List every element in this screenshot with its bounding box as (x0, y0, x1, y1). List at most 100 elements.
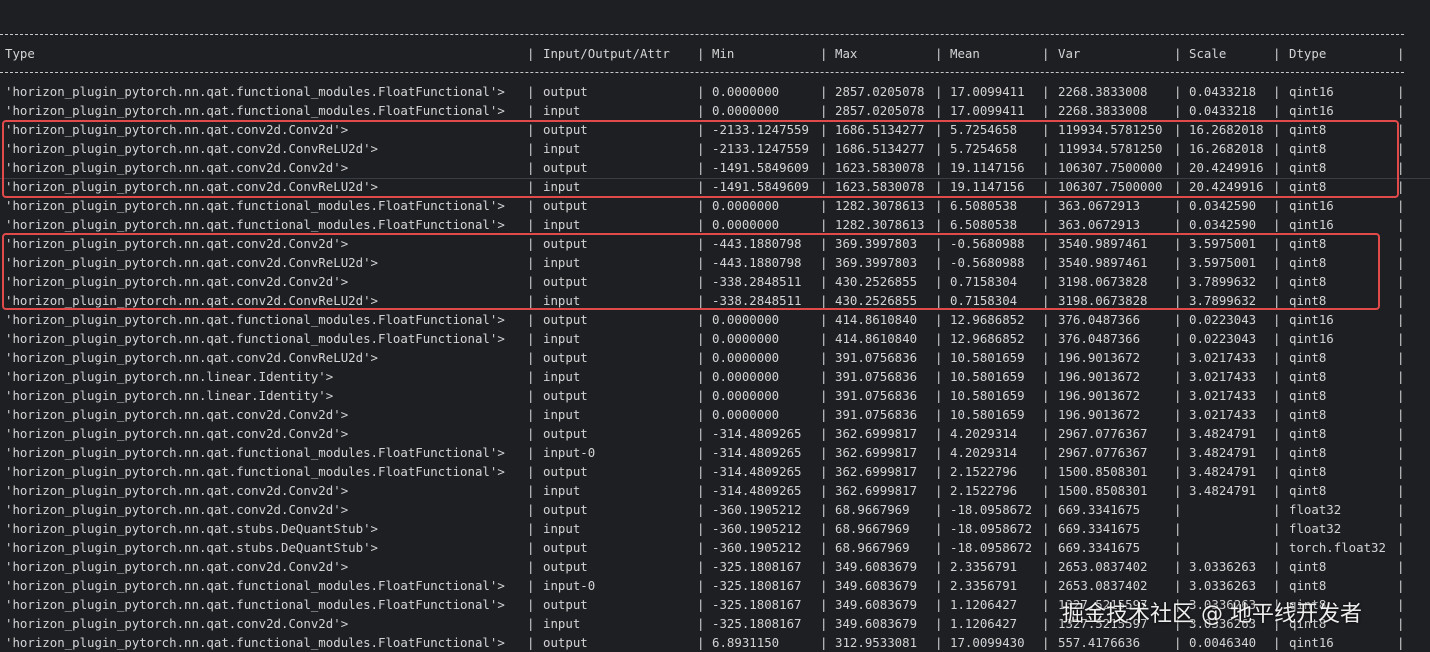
cell-min: 0.0000000 (712, 198, 780, 213)
cell-type: 'horizon_plugin_pytorch.nn.qat.conv2d.Co… (5, 502, 349, 517)
header-type: Type (5, 46, 35, 61)
cell-mean: 2.1522796 (950, 483, 1018, 498)
cell-mean: 17.0099411 (950, 103, 1025, 118)
cell-dtype: qint16 (1289, 312, 1334, 327)
table-row: 'horizon_plugin_pytorch.nn.qat.functiona… (5, 445, 1405, 460)
cell-min: -360.1905212 (712, 502, 802, 517)
cell-max: 349.6083679 (835, 597, 918, 612)
cell-type: 'horizon_plugin_pytorch.nn.qat.functiona… (5, 312, 505, 327)
cell-io: input (543, 217, 581, 232)
cell-io: output (543, 198, 588, 213)
cell-var: 2967.0776367 (1058, 445, 1148, 460)
table-row: 'horizon_plugin_pytorch.nn.qat.functiona… (5, 635, 1405, 650)
cell-type: 'horizon_plugin_pytorch.nn.qat.functiona… (5, 103, 505, 118)
cell-min: 0.0000000 (712, 369, 780, 384)
cell-scale: 0.0433218 (1189, 84, 1257, 99)
cell-scale: 3.0217433 (1189, 388, 1257, 403)
cell-var: 2268.3833008 (1058, 84, 1148, 99)
header-dtype: Dtype (1289, 46, 1327, 61)
cell-type: 'horizon_plugin_pytorch.nn.qat.conv2d.Co… (5, 616, 349, 631)
table-row: 'horizon_plugin_pytorch.nn.qat.conv2d.Co… (5, 350, 1405, 365)
cell-type: 'horizon_plugin_pytorch.nn.qat.functiona… (5, 331, 505, 346)
cell-dtype: float32 (1289, 521, 1342, 536)
table-row: 'horizon_plugin_pytorch.nn.qat.conv2d.Co… (5, 502, 1405, 517)
cell-scale: 3.0217433 (1189, 369, 1257, 384)
cell-min: 0.0000000 (712, 331, 780, 346)
cell-dtype: qint8 (1289, 426, 1327, 441)
cell-max: 414.8610840 (835, 312, 918, 327)
cell-io: output (543, 312, 588, 327)
table-row: 'horizon_plugin_pytorch.nn.qat.stubs.DeQ… (5, 521, 1405, 536)
cell-type: 'horizon_plugin_pytorch.nn.qat.functiona… (5, 198, 505, 213)
cell-max: 312.9533081 (835, 635, 918, 650)
cell-dtype: qint8 (1289, 483, 1327, 498)
cell-min: 0.0000000 (712, 312, 780, 327)
cell-io: output (543, 502, 588, 517)
cell-max: 391.0756836 (835, 350, 918, 365)
cell-min: 0.0000000 (712, 217, 780, 232)
cell-mean: 10.5801659 (950, 350, 1025, 365)
cell-io: output (543, 350, 588, 365)
table-row: 'horizon_plugin_pytorch.nn.qat.stubs.DeQ… (5, 540, 1405, 555)
cell-max: 349.6083679 (835, 578, 918, 593)
cell-scale: 3.0336263 (1189, 559, 1257, 574)
cell-mean: 6.5080538 (950, 217, 1018, 232)
cell-io: input (543, 483, 581, 498)
cell-var: 363.0672913 (1058, 217, 1141, 232)
cell-mean: 1.1206427 (950, 616, 1018, 631)
cell-io: input (543, 407, 581, 422)
cell-mean: 1.1206427 (950, 597, 1018, 612)
cell-dtype: qint8 (1289, 445, 1327, 460)
cell-max: 2857.0205078 (835, 103, 925, 118)
cell-io: output (543, 426, 588, 441)
header-mean: Mean (950, 46, 980, 61)
cell-mean: -18.0958672 (950, 521, 1033, 536)
table-row: 'horizon_plugin_pytorch.nn.qat.functiona… (5, 331, 1405, 346)
cell-var: 669.3341675 (1058, 540, 1141, 555)
cell-dtype: torch.float32 (1289, 540, 1386, 555)
cell-type: 'horizon_plugin_pytorch.nn.qat.functiona… (5, 84, 505, 99)
cell-io: output (543, 388, 588, 403)
cell-type: 'horizon_plugin_pytorch.nn.qat.stubs.DeQ… (5, 521, 378, 536)
table-row: 'horizon_plugin_pytorch.nn.linear.Identi… (5, 388, 1405, 403)
cell-mean: 2.3356791 (950, 578, 1018, 593)
cell-max: 391.0756836 (835, 369, 918, 384)
cell-max: 68.9667969 (835, 502, 910, 517)
cell-scale: 3.0217433 (1189, 407, 1257, 422)
cell-type: 'horizon_plugin_pytorch.nn.qat.functiona… (5, 217, 505, 232)
highlight-box-2 (2, 233, 1380, 310)
cell-type: 'horizon_plugin_pytorch.nn.qat.conv2d.Co… (5, 407, 349, 422)
cell-type: 'horizon_plugin_pytorch.nn.qat.functiona… (5, 578, 505, 593)
cell-scale: 0.0223043 (1189, 312, 1257, 327)
table-header-row: Type | Input/Output/Attr | Min | Max | M… (5, 46, 1405, 61)
cell-type: 'horizon_plugin_pytorch.nn.qat.functiona… (5, 635, 505, 650)
cell-mean: 17.0099411 (950, 84, 1025, 99)
cell-dtype: qint8 (1289, 559, 1327, 574)
cell-var: 1500.8508301 (1058, 464, 1148, 479)
table-row: 'horizon_plugin_pytorch.nn.qat.functiona… (5, 464, 1405, 479)
cell-type: 'horizon_plugin_pytorch.nn.linear.Identi… (5, 388, 334, 403)
cell-dtype: qint16 (1289, 635, 1334, 650)
header-max: Max (835, 46, 858, 61)
cell-var: 2653.0837402 (1058, 559, 1148, 574)
cell-min: 0.0000000 (712, 407, 780, 422)
cell-dtype: qint8 (1289, 350, 1327, 365)
cell-min: 6.8931150 (712, 635, 780, 650)
cell-var: 196.9013672 (1058, 369, 1141, 384)
cell-scale: 3.4824791 (1189, 483, 1257, 498)
cell-var: 196.9013672 (1058, 350, 1141, 365)
cell-scale: 3.4824791 (1189, 445, 1257, 460)
cell-type: 'horizon_plugin_pytorch.nn.qat.functiona… (5, 445, 505, 460)
cell-type: 'horizon_plugin_pytorch.nn.qat.functiona… (5, 464, 505, 479)
cell-io: input (543, 369, 581, 384)
cell-var: 557.4176636 (1058, 635, 1141, 650)
cell-io: output (543, 540, 588, 555)
cell-io: output (543, 464, 588, 479)
cell-io: input-0 (543, 578, 596, 593)
cell-mean: -18.0958672 (950, 502, 1033, 517)
cell-min: 0.0000000 (712, 350, 780, 365)
cell-dtype: qint16 (1289, 198, 1334, 213)
cell-io: output (543, 597, 588, 612)
cell-scale: 3.4824791 (1189, 464, 1257, 479)
header-io: Input/Output/Attr (543, 46, 670, 61)
